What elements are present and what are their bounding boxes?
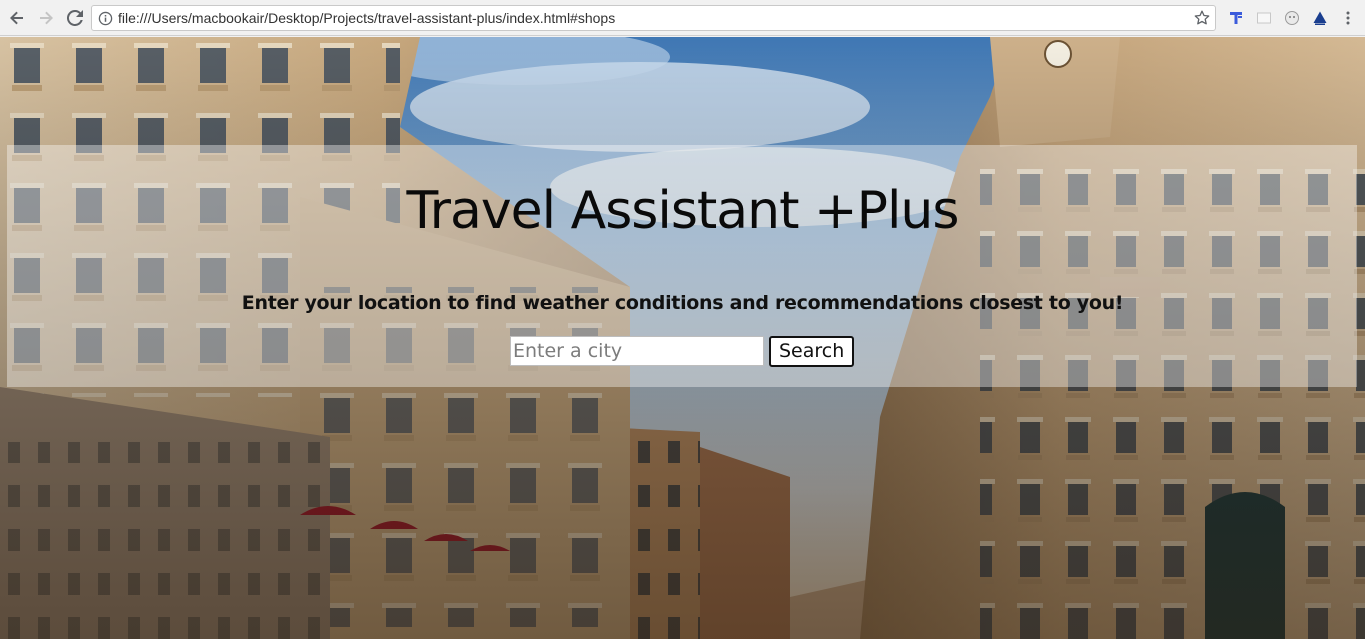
arrow-right-icon (40, 11, 53, 24)
search-button[interactable]: Search (769, 335, 855, 367)
reload-icon (67, 9, 83, 26)
star-icon[interactable] (1189, 6, 1215, 30)
city-search-form: Search (510, 335, 855, 367)
t-extension-icon[interactable] (1222, 6, 1250, 30)
address-bar[interactable]: file:///Users/macbookair/Desktop/Project… (91, 5, 1216, 31)
more-vertical-icon[interactable] (1334, 6, 1362, 30)
reload-button[interactable] (62, 5, 88, 31)
forward-button[interactable] (33, 5, 59, 31)
city-search-input[interactable] (510, 336, 764, 366)
browser-toolbar: file:///Users/macbookair/Desktop/Project… (0, 0, 1365, 36)
back-button[interactable] (4, 5, 30, 31)
arrow-left-icon (10, 11, 23, 24)
site-title: Travel Assistant +Plus (406, 181, 960, 241)
window-extension-icon[interactable] (1250, 6, 1278, 30)
ghost-extension-icon[interactable] (1278, 6, 1306, 30)
site-subtitle: Enter your location to find weather cond… (241, 292, 1124, 314)
page-content: Travel Assistant +Plus Enter your locati… (0, 37, 1365, 639)
extensions-area (1222, 6, 1362, 30)
info-icon[interactable] (92, 6, 118, 30)
url-text[interactable]: file:///Users/macbookair/Desktop/Project… (118, 10, 1189, 26)
triangle-extension-icon[interactable] (1306, 6, 1334, 30)
